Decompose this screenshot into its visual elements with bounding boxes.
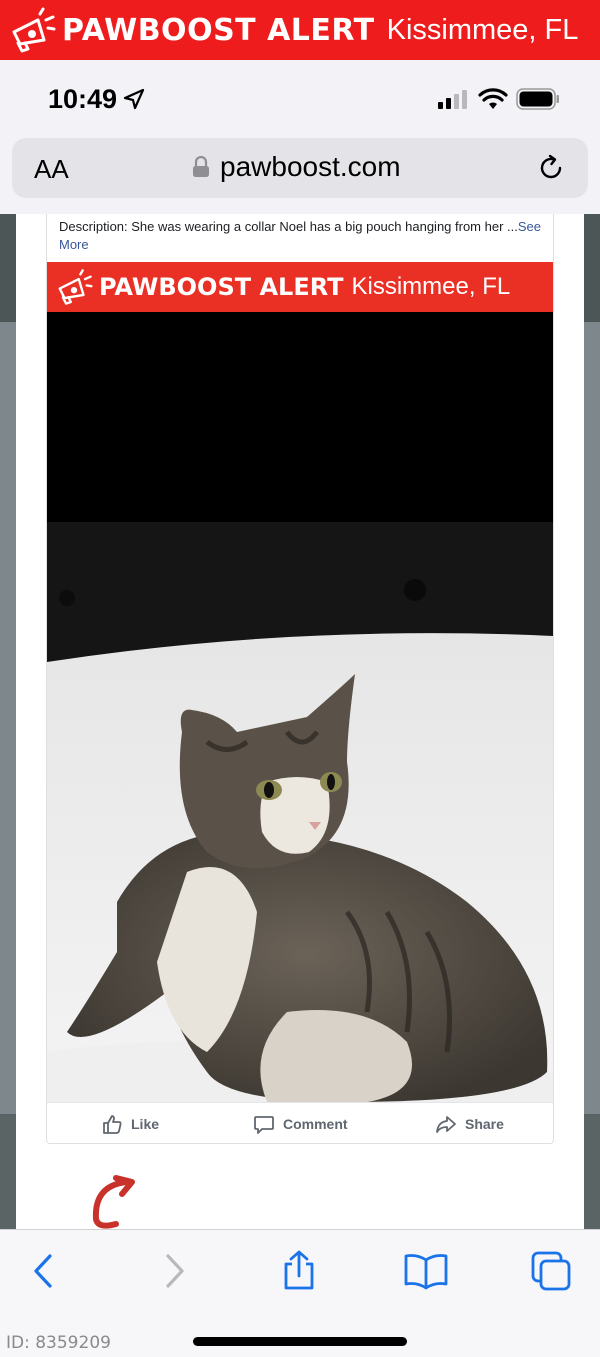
post-description: Description: She was wearing a collar No… xyxy=(59,218,543,254)
post-alert-strip: PAWBOOST ALERT Kissimmee, FL xyxy=(47,262,553,312)
reload-icon[interactable] xyxy=(536,153,566,183)
address-bar[interactable]: AA pawboost.com xyxy=(12,138,588,198)
lock-icon xyxy=(193,156,209,177)
text-size-button[interactable]: AA xyxy=(34,154,69,185)
megaphone-icon xyxy=(58,269,93,305)
alert-brand: PAWBOOST ALERT xyxy=(62,12,375,48)
post-actions-bar: Like Comment Share xyxy=(47,1102,553,1142)
post-alert-location: Kissimmee, FL xyxy=(351,273,511,300)
pawboost-alert-banner: PAWBOOST ALERT Kissimmee, FL xyxy=(0,0,600,60)
forward-chevron-icon[interactable] xyxy=(154,1250,194,1292)
comment-icon xyxy=(254,1116,274,1134)
pet-photo[interactable] xyxy=(47,312,553,1102)
bookmarks-icon[interactable] xyxy=(403,1250,449,1292)
browser-address-area: AA pawboost.com xyxy=(0,138,600,214)
like-label: Like xyxy=(131,1116,160,1132)
cat-photo-image xyxy=(47,312,553,1102)
page-sheet: Description: She was wearing a collar No… xyxy=(16,214,584,1229)
thumbs-up-icon xyxy=(103,1115,122,1134)
battery-icon xyxy=(516,88,559,110)
web-page: Description: She was wearing a collar No… xyxy=(0,214,600,1229)
share-icon[interactable] xyxy=(279,1250,319,1292)
status-time: 10:49 xyxy=(48,84,118,114)
description-text: Description: She was wearing a collar No… xyxy=(59,219,518,234)
share-button[interactable]: Share xyxy=(435,1113,504,1135)
tabs-icon[interactable] xyxy=(530,1250,572,1292)
wifi-icon xyxy=(478,88,508,109)
share-label: Share xyxy=(465,1116,504,1132)
url-domain[interactable]: pawboost.com xyxy=(220,151,401,183)
location-arrow-icon xyxy=(123,88,145,110)
status-bar: 10:49 xyxy=(0,60,600,138)
facebook-post-card: Description: She was wearing a collar No… xyxy=(46,214,554,1144)
like-button[interactable]: Like xyxy=(101,1113,159,1135)
cellular-signal-icon xyxy=(438,89,467,109)
watermark-id: ID: 8359209 xyxy=(6,1333,111,1353)
red-arrow-icon xyxy=(92,1175,135,1229)
share-arrow-icon xyxy=(436,1116,456,1133)
megaphone-icon xyxy=(12,7,56,53)
alert-location: Kissimmee, FL xyxy=(386,13,579,46)
home-indicator xyxy=(193,1337,407,1346)
back-chevron-icon[interactable] xyxy=(24,1250,64,1292)
comment-button[interactable]: Comment xyxy=(253,1113,348,1135)
post-alert-brand: PAWBOOST ALERT xyxy=(99,273,344,301)
comment-label: Comment xyxy=(283,1116,348,1132)
